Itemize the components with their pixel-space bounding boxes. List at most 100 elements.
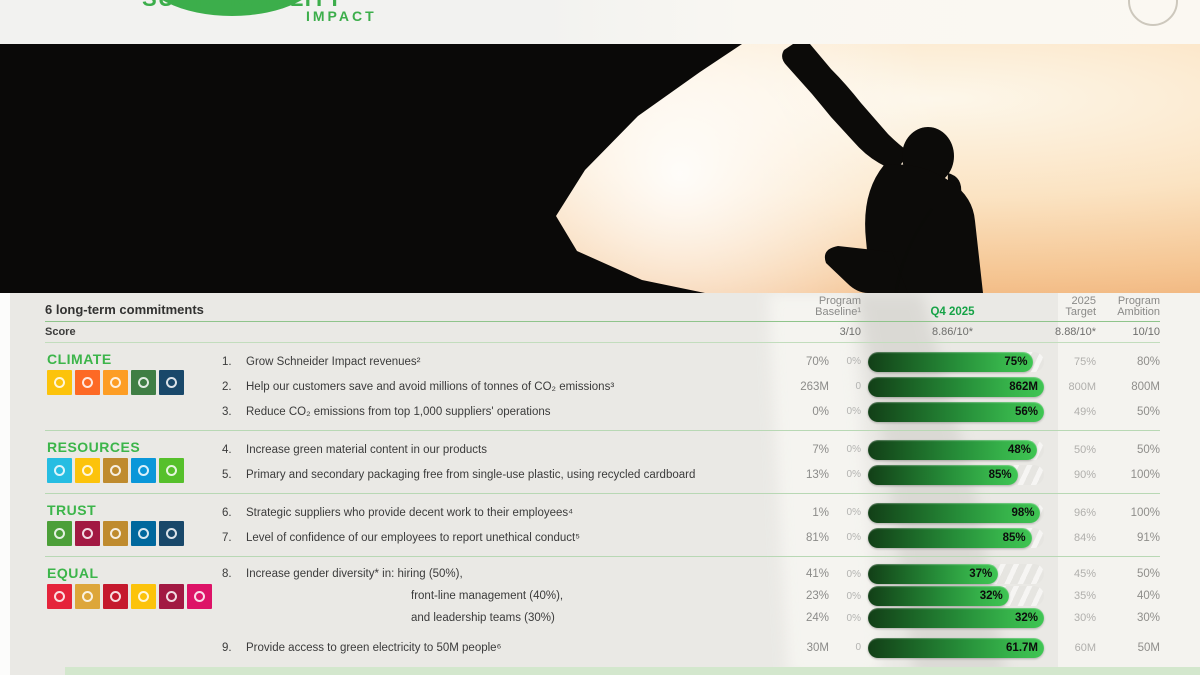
section-climate: CLIMATE 1. Grow Schneider Impact revenue… bbox=[45, 343, 1160, 431]
progress-bar: 32% bbox=[868, 586, 1009, 606]
commitment-row: 4. Increase green material content in ou… bbox=[222, 437, 1160, 462]
hero-photo-climber bbox=[0, 44, 1200, 293]
target-value: 35% bbox=[1044, 590, 1096, 602]
sdg-icon bbox=[159, 370, 184, 395]
ambition-value: 50% bbox=[1096, 568, 1160, 580]
commitment-text: Provide access to green electricity to 5… bbox=[246, 642, 771, 654]
commitment-row: front-line management (40%), 23% 0% 32% … bbox=[222, 585, 1160, 607]
sdg-icon bbox=[159, 521, 184, 546]
commitment-number: 1. bbox=[222, 356, 246, 368]
progress-bar: 98% bbox=[868, 503, 1040, 523]
ambition-value: 91% bbox=[1096, 532, 1160, 544]
ambition-value: 30% bbox=[1096, 612, 1160, 624]
progress-value: 48% bbox=[1008, 444, 1031, 456]
sdg-icon bbox=[187, 584, 212, 609]
section-title: RESOURCES bbox=[45, 437, 222, 458]
progress-bar-track: 85% bbox=[868, 465, 1044, 485]
column-header-target: 2025 Target bbox=[1044, 296, 1096, 321]
sdg-icon bbox=[103, 458, 128, 483]
sdg-icon bbox=[47, 370, 72, 395]
progress-bar: 85% bbox=[868, 465, 1018, 485]
progress-bar: 61.7M bbox=[868, 638, 1044, 658]
target-value: 75% bbox=[1044, 356, 1096, 368]
progress-bar: 75% bbox=[868, 352, 1033, 372]
target-value: 800M bbox=[1044, 381, 1096, 393]
commitment-row: 5. Primary and secondary packaging free … bbox=[222, 462, 1160, 487]
bar-start-label: 0% bbox=[829, 469, 861, 480]
bar-start-label: 0% bbox=[829, 569, 861, 580]
progress-bar-track: 37% bbox=[868, 564, 1044, 584]
baseline-value: 0% bbox=[771, 406, 829, 418]
bar-start-label: 0% bbox=[829, 406, 861, 417]
baseline-value: 23% bbox=[771, 590, 829, 602]
commitment-row: 2. Help our customers save and avoid mil… bbox=[222, 374, 1160, 399]
target-value: 84% bbox=[1044, 532, 1096, 544]
target-value: 45% bbox=[1044, 568, 1096, 580]
section-title: CLIMATE bbox=[45, 349, 222, 370]
commitment-text: Grow Schneider Impact revenues² bbox=[246, 356, 771, 368]
bar-start-label: 0% bbox=[829, 532, 861, 543]
sdg-icon bbox=[75, 370, 100, 395]
sdg-icon bbox=[159, 584, 184, 609]
progress-bar: 56% bbox=[868, 402, 1044, 422]
section-title: EQUAL bbox=[45, 563, 222, 584]
commitment-number: 3. bbox=[222, 406, 246, 418]
progress-value: 32% bbox=[980, 590, 1003, 602]
commitment-text: Reduce CO₂ emissions from top 1,000 supp… bbox=[246, 406, 771, 418]
commitment-text: Level of confidence of our employees to … bbox=[246, 532, 771, 544]
bar-start-label: 0% bbox=[829, 613, 861, 624]
baseline-value: 7% bbox=[771, 444, 829, 456]
target-value: 49% bbox=[1044, 406, 1096, 418]
progress-bar: 48% bbox=[868, 440, 1037, 460]
sdg-icon bbox=[75, 521, 100, 546]
baseline-value: 70% bbox=[771, 356, 829, 368]
column-header-baseline: Program Baseline¹ bbox=[771, 296, 861, 321]
sdg-icon bbox=[103, 521, 128, 546]
baseline-value: 41% bbox=[771, 568, 829, 580]
left-margin bbox=[0, 293, 10, 675]
target-value: 50% bbox=[1044, 444, 1096, 456]
bottom-green-strip bbox=[65, 667, 1200, 675]
commitment-number: 9. bbox=[222, 642, 246, 654]
commitment-row: 1. Grow Schneider Impact revenues² 70% 0… bbox=[222, 349, 1160, 374]
commitment-text: Help our customers save and avoid millio… bbox=[246, 381, 771, 393]
progress-value: 862M bbox=[1009, 381, 1038, 393]
ambition-value: 80% bbox=[1096, 356, 1160, 368]
progress-bar: 37% bbox=[868, 564, 998, 584]
progress-value: 98% bbox=[1011, 507, 1034, 519]
logo-text-impact: IMPACT bbox=[306, 8, 377, 24]
ambition-value: 100% bbox=[1096, 507, 1160, 519]
sdg-icon bbox=[75, 584, 100, 609]
commitment-number: 2. bbox=[222, 381, 246, 393]
progress-value: 32% bbox=[1015, 612, 1038, 624]
progress-bar-track: 32% bbox=[868, 608, 1044, 628]
sdg-icon bbox=[75, 458, 100, 483]
score-row: Score 3/10 8.86/10* 8.88/10* 10/10 bbox=[45, 322, 1160, 343]
commitment-text: Primary and secondary packaging free fro… bbox=[246, 469, 771, 481]
bar-start-label: 0 bbox=[829, 381, 861, 392]
ambition-value: 50% bbox=[1096, 406, 1160, 418]
bar-start-label: 0 bbox=[829, 642, 861, 653]
commitment-number: 6. bbox=[222, 507, 246, 519]
sdg-icon bbox=[103, 584, 128, 609]
commitment-text: Increase gender diversity* in: hiring (5… bbox=[246, 568, 771, 580]
progress-bar-track: 862M bbox=[868, 377, 1044, 397]
commitment-row: 9. Provide access to green electricity t… bbox=[222, 635, 1160, 660]
score-baseline: 3/10 bbox=[771, 326, 861, 338]
top-header-bar: SUSTAINABILITY IMPACT bbox=[0, 0, 1200, 44]
sdg-icon bbox=[47, 521, 72, 546]
target-value: 96% bbox=[1044, 507, 1096, 519]
commitment-text: and leadership teams (30%) bbox=[246, 612, 771, 624]
bar-start-label: 0% bbox=[829, 356, 861, 367]
baseline-value: 263M bbox=[771, 381, 829, 393]
progress-value: 56% bbox=[1015, 406, 1038, 418]
progress-bar: 862M bbox=[868, 377, 1044, 397]
commitment-number: 8. bbox=[222, 568, 246, 580]
commitment-number: 4. bbox=[222, 444, 246, 456]
sdg-icon-row bbox=[45, 521, 222, 546]
progress-bar-track: 48% bbox=[868, 440, 1044, 460]
ambition-value: 40% bbox=[1096, 590, 1160, 602]
commitment-row: 6. Strategic suppliers who provide decen… bbox=[222, 500, 1160, 525]
target-value: 90% bbox=[1044, 469, 1096, 481]
section-title: TRUST bbox=[45, 500, 222, 521]
